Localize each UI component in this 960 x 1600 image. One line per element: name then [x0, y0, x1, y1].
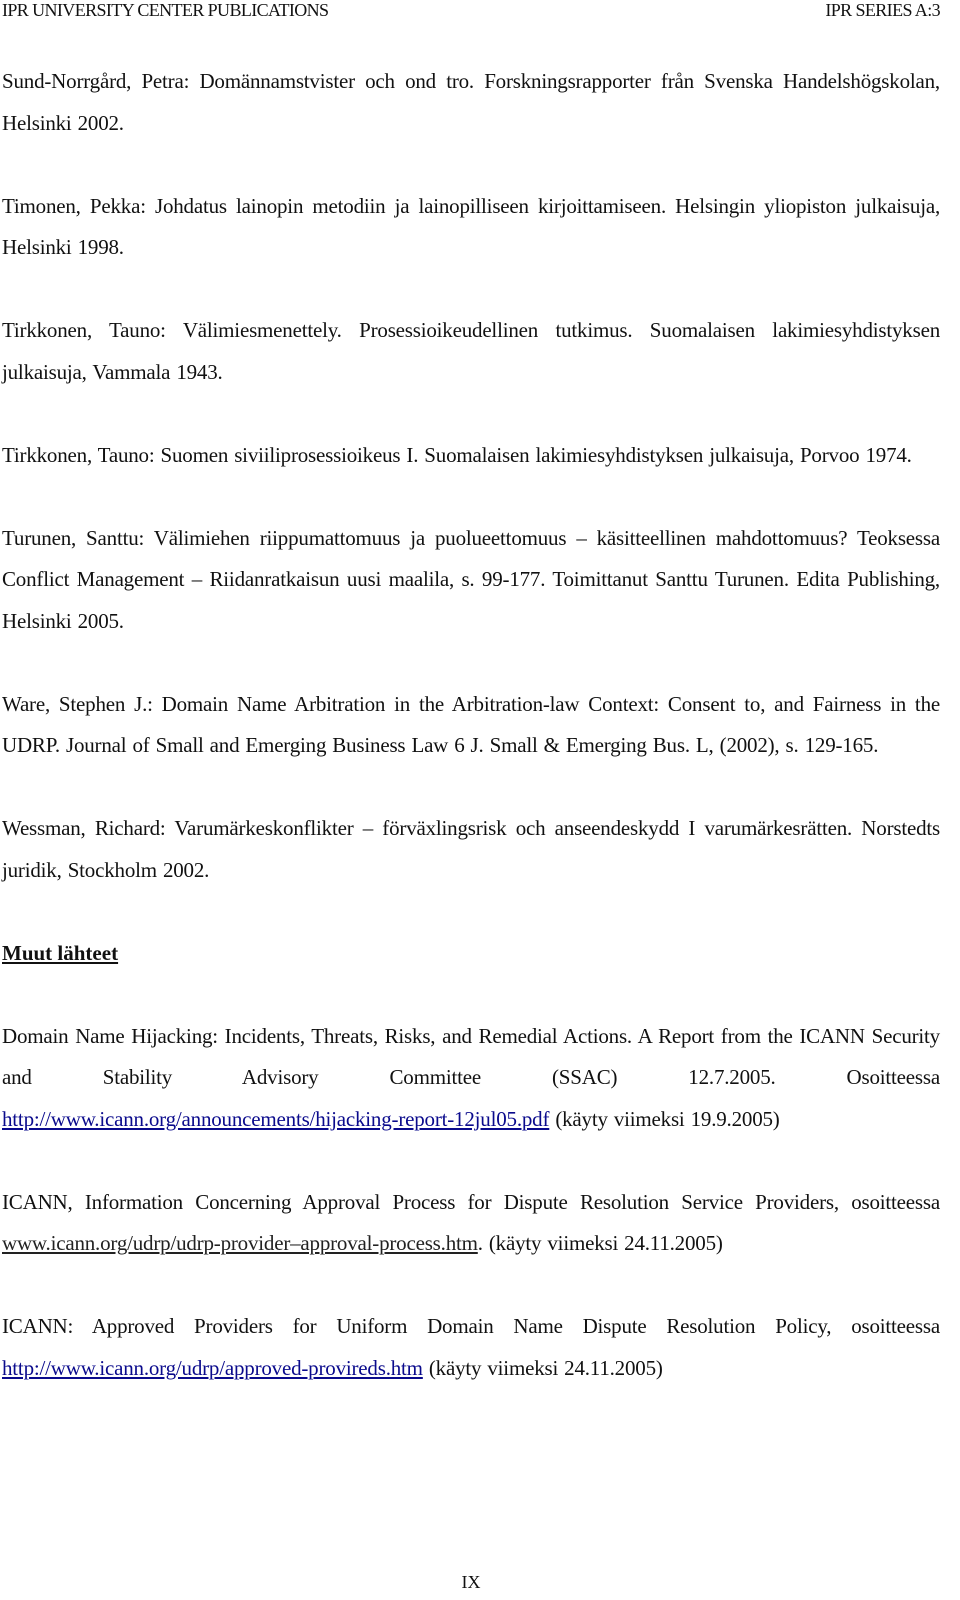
- section-heading-other-sources: Muut lähteet: [2, 940, 119, 965]
- source-text: ICANN: Approved Providers for Uniform Do…: [2, 1314, 940, 1338]
- source-link[interactable]: http://www.icann.org/announcements/hijac…: [2, 1107, 549, 1131]
- publisher-name: IPR UNIVERSITY CENTER PUBLICATIONS: [2, 0, 329, 20]
- reference-entry: Tirkkonen, Tauno: Suomen siviiliprosessi…: [2, 442, 912, 467]
- source-accessed: (käyty viimeksi 24.11.2005): [422, 1355, 663, 1380]
- reference-entry: Tirkkonen, Tauno: Välimiesmenettely. Pro…: [2, 318, 940, 384]
- series-label: IPR SERIES A:3: [825, 0, 940, 20]
- source-entry: ICANN: Approved Providers for Uniform Do…: [2, 1306, 940, 1389]
- source-text: Domain Name Hijacking: Incidents, Threat…: [2, 1023, 940, 1090]
- source-text: ICANN, Information Concerning Approval P…: [2, 1189, 940, 1214]
- bibliography: Sund-Norrgård, Petra: Domännamstvister o…: [2, 61, 940, 1431]
- reference-entry: Sund-Norrgård, Petra: Domännamstvister o…: [2, 69, 940, 135]
- source-entry: ICANN, Information Concerning Approval P…: [2, 1182, 940, 1265]
- reference-entry: Turunen, Santtu: Välimiehen riippumattom…: [2, 525, 940, 633]
- source-link[interactable]: www.icann.org/udrp/udrp-provider–approva…: [2, 1231, 478, 1255]
- page-header: IPR UNIVERSITY CENTER PUBLICATIONS IPR S…: [0, 0, 960, 24]
- source-link[interactable]: http://www.icann.org/udrp/approved-provi…: [2, 1356, 423, 1380]
- source-accessed: (käyty viimeksi 19.9.2005): [549, 1106, 780, 1131]
- reference-entry: Ware, Stephen J.: Domain Name Arbitratio…: [2, 691, 940, 758]
- source-entry: Domain Name Hijacking: Incidents, Threat…: [2, 1016, 940, 1141]
- page-number: IX: [461, 1572, 481, 1592]
- reference-entry: Wessman, Richard: Varumärkeskonflikter –…: [2, 816, 940, 882]
- source-accessed: . (käyty viimeksi 24.11.2005): [477, 1231, 723, 1255]
- reference-entry: Timonen, Pekka: Johdatus lainopin metodi…: [2, 193, 940, 260]
